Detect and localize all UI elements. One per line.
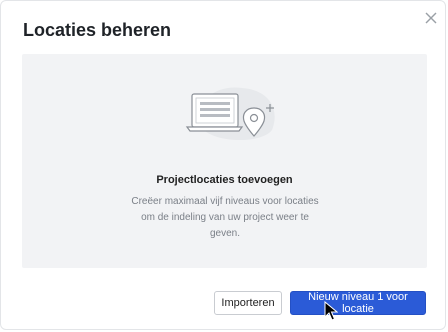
- new-level-1-location-button[interactable]: Nieuw niveau 1 voor locatie: [290, 291, 426, 315]
- empty-state-heading: Projectlocaties toevoegen: [156, 174, 293, 186]
- import-button[interactable]: Importeren: [214, 291, 282, 315]
- empty-state-description: Creëer maximaal vijf niveaus voor locati…: [131, 196, 319, 239]
- empty-state-panel: Projectlocaties toevoegen Creëer maximaa…: [22, 54, 427, 268]
- location-screen-illustration: [185, 87, 275, 141]
- manage-locations-dialog: Locaties beheren Projectlocaties toevoeg…: [0, 0, 446, 330]
- close-icon[interactable]: [422, 9, 440, 27]
- dialog-title: Locaties beheren: [23, 20, 172, 40]
